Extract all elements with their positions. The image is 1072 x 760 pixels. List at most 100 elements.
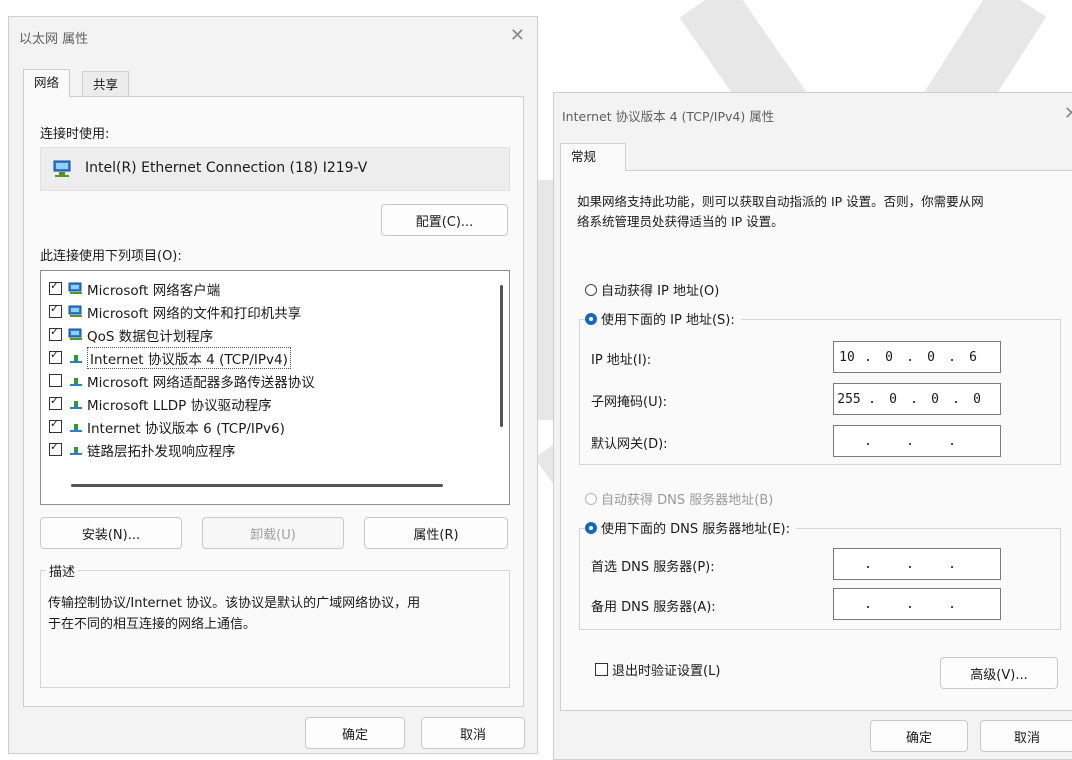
preferred-dns-field[interactable]: . . . [833, 548, 1001, 580]
cancel-button[interactable]: 取消 [421, 717, 525, 749]
ipv4-cancel-button-label: 取消 [1013, 730, 1040, 746]
list-item[interactable]: Microsoft 网络的文件和打印机共享 [49, 300, 301, 323]
ipv4-ok-button[interactable]: 确定 [870, 720, 968, 752]
protocol-icon [68, 351, 84, 365]
list-item[interactable]: Microsoft 网络适配器多路传送器协议 [49, 369, 315, 392]
manual-ip-radio-label: 使用下面的 IP 地址(S): [601, 313, 735, 328]
mask-dot: . [910, 391, 918, 407]
subnet-mask-label: 子网掩码(U): [591, 395, 668, 410]
mask-dot: . [868, 391, 876, 407]
auto-dns-radio-label: 自动获得 DNS 服务器地址(B) [601, 493, 774, 508]
intro-text-line2: 络系统管理员处获得适当的 IP 设置。 [577, 214, 784, 229]
file-sharing-icon [68, 305, 84, 319]
ip-dot: . [906, 349, 914, 365]
ip-dot: . [948, 349, 956, 365]
ip-octet-3: 0 [927, 349, 935, 365]
items-label: 此连接使用下列项目(O): [40, 249, 182, 264]
description-label: 描述 [46, 561, 79, 580]
list-item-checkbox[interactable] [49, 394, 62, 410]
network-adapter-icon [53, 160, 71, 177]
gateway-field[interactable]: . . . [833, 425, 1001, 457]
list-item-checkbox[interactable] [49, 348, 62, 364]
gateway-dot: . [864, 433, 872, 449]
ok-button-label: 确定 [341, 727, 368, 743]
ip-octet-4: 6 [969, 349, 977, 365]
manual-dns-radio-circle [585, 521, 597, 534]
adns-dot: . [948, 596, 956, 612]
list-item-checkbox[interactable] [49, 417, 62, 433]
list-item-checkbox[interactable] [49, 440, 62, 456]
advanced-button[interactable]: 高级(V)... [940, 657, 1058, 689]
validate-checkbox-label: 退出时验证设置(L) [612, 664, 721, 679]
list-item[interactable]: Internet 协议版本 6 (TCP/IPv6) [49, 415, 285, 438]
alternate-dns-label: 备用 DNS 服务器(A): [591, 600, 716, 615]
list-item-label: Microsoft 网络适配器多路传送器协议 [87, 374, 315, 391]
subnet-mask-field[interactable]: 255. 0. 0. 0 [833, 383, 1001, 415]
list-item[interactable]: 链路层拓扑发现响应程序 [49, 438, 236, 461]
ipv4-dialog-title: Internet 协议版本 4 (TCP/IPv4) 属性 [562, 108, 775, 124]
ip-address-field[interactable]: 10. 0. 0. 6 [833, 341, 1001, 373]
close-icon[interactable]: ✕ [510, 27, 525, 45]
list-item[interactable]: Microsoft 网络客户端 [49, 277, 220, 300]
configure-button[interactable]: 配置(C)... [381, 204, 508, 236]
tab-sharing[interactable]: 共享 [82, 71, 130, 97]
tab-network[interactable]: 网络 [23, 69, 71, 97]
intro-text-line1: 如果网络支持此功能，则可以获取自动指派的 IP 设置。否则，你需要从网 [577, 194, 984, 209]
mask-octet-3: 0 [931, 391, 939, 407]
protocol-icon [68, 420, 84, 434]
list-item-checkbox[interactable] [49, 279, 62, 295]
list-item-label: QoS 数据包计划程序 [87, 328, 214, 345]
gateway-dot: . [906, 433, 914, 449]
list-item[interactable]: Internet 协议版本 4 (TCP/IPv4) [49, 346, 291, 369]
list-item-checkbox[interactable] [49, 302, 62, 318]
uninstall-button[interactable]: 卸载(U) [202, 517, 344, 549]
pdns-dot: . [864, 556, 872, 572]
advanced-button-label: 高级(V)... [970, 667, 1028, 683]
tab-general[interactable]: 常规 [560, 143, 626, 171]
connect-using-label: 连接时使用: [40, 127, 110, 142]
mask-octet-1: 255 [837, 391, 861, 407]
list-item-label: 链路层拓扑发现响应程序 [87, 443, 236, 460]
list-item-label: Microsoft 网络的文件和打印机共享 [87, 305, 302, 322]
components-list[interactable]: Microsoft 网络客户端 Microsoft 网络的文件和打印机共享 QoS … [40, 270, 510, 505]
mask-octet-2: 0 [889, 391, 897, 407]
pdns-dot: . [906, 556, 914, 572]
list-item-checkbox[interactable] [49, 325, 62, 341]
ip-octet-1: 10 [839, 349, 855, 365]
manual-ip-radio[interactable]: 使用下面的 IP 地址(S): [585, 309, 741, 328]
ipv4-ok-button-label: 确定 [905, 730, 932, 746]
manual-dns-radio[interactable]: 使用下面的 DNS 服务器地址(E): [585, 518, 796, 537]
properties-button-label: 属性(R) [413, 527, 459, 543]
preferred-dns-label: 首选 DNS 服务器(P): [591, 560, 715, 575]
dialog-title: 以太网 属性 [19, 31, 89, 47]
tab-general-label: 常规 [571, 149, 597, 164]
alternate-dns-field[interactable]: . . . [833, 588, 1001, 620]
validate-checkbox-box [595, 663, 608, 676]
protocol-icon [68, 397, 84, 411]
list-item[interactable]: Microsoft LLDP 协议驱动程序 [49, 392, 272, 415]
ipv4-title-bar: Internet 协议版本 4 (TCP/IPv4) 属性 [554, 93, 1072, 137]
ip-address-label: IP 地址(I): [591, 353, 652, 368]
properties-button[interactable]: 属性(R) [364, 517, 508, 549]
tab-sharing-label: 共享 [93, 77, 119, 92]
list-item-label: Microsoft LLDP 协议驱动程序 [87, 397, 272, 414]
ipv4-cancel-button[interactable]: 取消 [980, 720, 1072, 752]
list-vertical-scrollbar[interactable] [500, 285, 503, 427]
auto-ip-radio-label: 自动获得 IP 地址(O) [601, 284, 720, 299]
install-button[interactable]: 安装(N)... [40, 517, 182, 549]
auto-ip-radio[interactable]: 自动获得 IP 地址(O) [585, 280, 719, 299]
ok-button[interactable]: 确定 [305, 717, 405, 749]
adns-dot: . [906, 596, 914, 612]
validate-on-exit-checkbox[interactable]: 退出时验证设置(L) [595, 660, 720, 679]
network-client-icon [68, 282, 84, 296]
list-horizontal-scrollbar[interactable] [71, 484, 443, 487]
protocol-icon [68, 374, 84, 388]
auto-dns-radio[interactable]: 自动获得 DNS 服务器地址(B) [585, 489, 773, 508]
ipv4-close-icon[interactable]: ✕ [1064, 105, 1072, 123]
list-item-checkbox[interactable] [49, 374, 62, 387]
mask-octet-4: 0 [973, 391, 981, 407]
list-item[interactable]: QoS 数据包计划程序 [49, 323, 213, 346]
list-item-label: Internet 协议版本 4 (TCP/IPv4) [87, 346, 291, 369]
manual-ip-radio-circle [585, 312, 597, 325]
list-item-label: Microsoft 网络客户端 [87, 282, 221, 299]
